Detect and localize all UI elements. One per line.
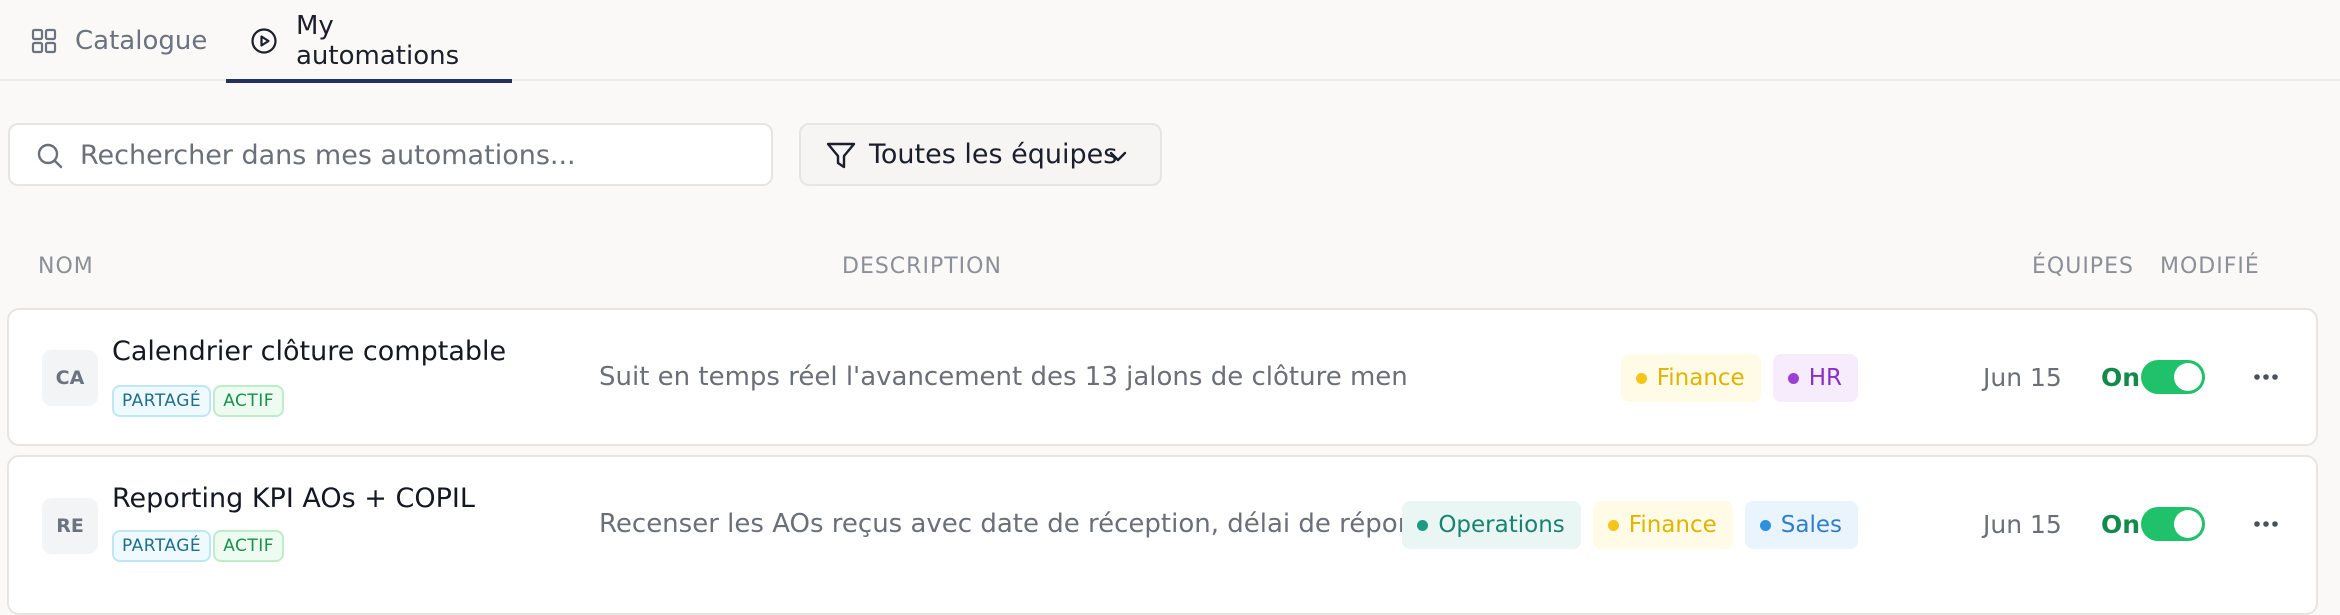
team-tag-sales: Sales: [1744, 501, 1858, 549]
modified-date: Jun 15: [1983, 363, 2062, 392]
tab-my-automations[interactable]: My automations: [226, 0, 512, 83]
active-badge: ACTIF: [213, 385, 285, 417]
automation-title[interactable]: Reporting KPI AOs + COPIL: [112, 483, 475, 514]
grid-icon: [31, 28, 57, 54]
chevron-down-icon: [1107, 145, 1129, 171]
modified-date: Jun 15: [1983, 510, 2062, 539]
column-header-modified[interactable]: MODIFIÉ: [2160, 254, 2260, 279]
automation-description: Suit en temps réel l'avancement des 13 j…: [599, 362, 1409, 392]
team-color-dot: [1417, 519, 1429, 531]
toggle-knob: [2174, 510, 2202, 538]
team-tag-finance: Finance: [1620, 354, 1761, 402]
team-tag-label: HR: [1808, 365, 1842, 391]
team-tag-label: Operations: [1438, 512, 1565, 538]
team-tag-label: Finance: [1628, 512, 1717, 538]
automation-title[interactable]: Calendrier clôture comptable: [112, 336, 506, 367]
enable-toggle[interactable]: [2141, 507, 2205, 541]
more-options-icon[interactable]: [2247, 505, 2285, 543]
toggle-knob: [2174, 363, 2202, 391]
play-circle-icon: [250, 27, 278, 55]
team-tag-label: Sales: [1780, 512, 1842, 538]
active-tab-indicator: [226, 79, 512, 83]
column-header-description: DESCRIPTION: [842, 254, 1002, 279]
automation-row[interactable]: RE Reporting KPI AOs + COPIL PARTAGÉ ACT…: [7, 455, 2318, 615]
tab-bar: Catalogue My automations: [0, 0, 2340, 83]
team-tag-hr: HR: [1772, 354, 1858, 402]
team-filter-dropdown[interactable]: Toutes les équipes: [799, 123, 1162, 186]
team-tags: Operations Finance Sales: [1402, 501, 1858, 549]
team-color-dot: [1635, 372, 1647, 384]
toggle-status-label: On: [2101, 363, 2141, 392]
team-tag-label: Finance: [1656, 365, 1745, 391]
more-options-icon[interactable]: [2247, 358, 2285, 396]
team-tags: Finance HR: [1620, 354, 1858, 402]
active-badge: ACTIF: [213, 530, 285, 562]
enable-toggle[interactable]: [2141, 360, 2205, 394]
team-color-dot: [1759, 519, 1771, 531]
team-tag-finance: Finance: [1592, 501, 1733, 549]
column-header-name[interactable]: NOM: [38, 254, 94, 279]
status-badges: PARTAGÉ ACTIF: [112, 530, 285, 562]
status-badges: PARTAGÉ ACTIF: [112, 385, 285, 417]
team-color-dot: [1787, 372, 1799, 384]
team-filter-label: Toutes les équipes: [869, 139, 1118, 170]
search-input[interactable]: [80, 133, 750, 177]
tab-catalogue[interactable]: Catalogue: [31, 0, 207, 81]
shared-badge: PARTAGÉ: [112, 385, 212, 417]
filter-icon: [825, 140, 857, 176]
automation-row[interactable]: CA Calendrier clôture comptable PARTAGÉ …: [7, 308, 2318, 446]
avatar: CA: [42, 350, 98, 406]
team-color-dot: [1607, 519, 1619, 531]
search-box: [8, 123, 773, 186]
shared-badge: PARTAGÉ: [112, 530, 212, 562]
column-header-teams: ÉQUIPES: [2032, 254, 2134, 279]
search-icon: [36, 142, 64, 174]
toggle-status-label: On: [2101, 510, 2141, 539]
team-tag-operations: Operations: [1402, 501, 1581, 549]
tab-catalogue-label: Catalogue: [75, 25, 208, 56]
automation-description: Recenser les AOs reçus avec date de réce…: [599, 509, 1409, 539]
avatar: RE: [42, 498, 98, 554]
tab-my-automations-label: My automations: [296, 10, 460, 71]
